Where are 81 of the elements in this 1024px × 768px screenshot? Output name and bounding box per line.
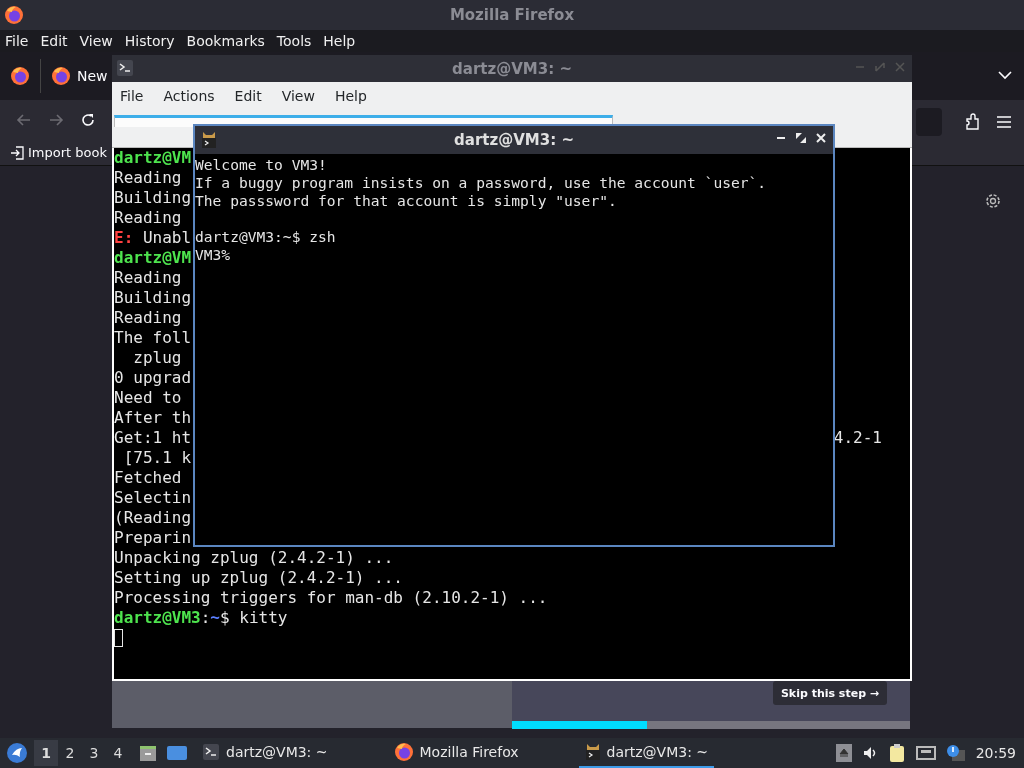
workspace-button[interactable]: 2 — [58, 740, 82, 766]
output-line: E: Unabl — [114, 228, 192, 248]
file-cabinet-icon[interactable] — [138, 743, 158, 763]
output-line: Reading — [114, 308, 182, 328]
output-line: VM3% — [195, 246, 231, 263]
output-line: zplug — [132, 348, 182, 368]
bookmark-item[interactable]: Import book — [10, 145, 107, 160]
taskbar-button[interactable]: dartz@VM3: ~ — [196, 738, 334, 768]
output-line: Selectin — [114, 488, 192, 508]
firefox-icon — [10, 66, 30, 86]
menu-item[interactable]: Help — [319, 33, 360, 49]
menu-item[interactable]: Tools — [272, 33, 316, 49]
menu-item[interactable]: View — [75, 33, 117, 49]
output-line: dartz@VM — [114, 248, 192, 268]
output-line: 0 upgrad — [114, 368, 192, 388]
output-line: If a buggy program insists on a password, use the account `user`. — [195, 174, 767, 191]
output-line: Setting up zplug (2.4.2-1) ... — [114, 568, 403, 588]
menu-item[interactable]: Help — [330, 88, 371, 104]
menu-item[interactable]: Edit — [230, 88, 266, 104]
output-line: dartz@VM3:~$ kitty — [114, 608, 288, 628]
output-line: Welcome to VM3! — [195, 156, 327, 173]
menu-item[interactable]: View — [277, 88, 319, 104]
cat-terminal-icon — [201, 131, 217, 149]
window-title: dartz@VM3: ~ — [454, 131, 574, 149]
firefox-icon — [393, 742, 414, 762]
window-icon[interactable] — [166, 744, 188, 762]
output-line: Preparin — [114, 528, 192, 548]
output-line: The foll — [114, 328, 192, 348]
cat-terminal-icon — [584, 743, 601, 761]
output-line: Building — [114, 188, 192, 208]
menu-item[interactable]: Actions — [159, 88, 219, 104]
output-line: dartz@VM — [114, 148, 192, 168]
output-line: Reading — [114, 168, 182, 188]
output-line: Fetched — [114, 468, 182, 488]
output-line: After th — [114, 408, 192, 428]
firefox-icon — [51, 66, 71, 86]
menu-item[interactable]: File — [116, 88, 148, 104]
taskbar-button[interactable]: Mozilla Firefox — [387, 738, 525, 768]
output-line: Building — [114, 288, 192, 308]
output-line: Get:1 ht — [114, 428, 192, 448]
back-icon[interactable] — [16, 112, 32, 128]
output-line: Reading — [114, 208, 182, 228]
output-line: [75.1 k — [122, 448, 192, 468]
menu-icon[interactable] — [996, 115, 1012, 129]
network-icon[interactable] — [915, 745, 936, 761]
output-line: 4.2-1 — [833, 428, 882, 448]
output-line: Processing triggers for man-db (2.10.2-1) ... — [114, 588, 548, 608]
menu-item[interactable]: Bookmarks — [182, 33, 269, 49]
taskbar-button[interactable]: dartz@VM3: ~ — [578, 738, 715, 768]
reload-icon[interactable] — [80, 112, 96, 128]
speaker-icon[interactable] — [861, 745, 878, 761]
output-line: The passsword for that account is simply "user". — [195, 192, 617, 209]
menu-item[interactable]: History — [120, 33, 179, 49]
clock: 20:59 — [975, 745, 1016, 761]
output-line: Reading — [114, 268, 182, 288]
output-line: Unpacking zplug (2.4.2-1) ... — [114, 548, 394, 568]
skip-button[interactable]: Skip this step → — [773, 681, 887, 705]
menu-item[interactable]: Edit — [36, 33, 72, 49]
start-menu-icon[interactable] — [6, 742, 28, 764]
terminal-icon — [116, 59, 134, 77]
eject-icon[interactable] — [835, 744, 852, 762]
terminal-icon — [202, 743, 220, 761]
window-title: dartz@VM3: ~ — [452, 59, 572, 78]
output-line: dartz@VM3:~$ zsh — [195, 228, 336, 245]
workspace-button[interactable]: 4 — [106, 740, 130, 766]
chevron-down-icon[interactable] — [998, 70, 1012, 80]
workspace-button[interactable]: 1 — [34, 740, 58, 766]
workspace-button[interactable]: 3 — [82, 740, 106, 766]
output-line: (Reading — [114, 508, 192, 528]
window-title: Mozilla Firefox — [449, 6, 575, 24]
clipboard-icon[interactable] — [887, 743, 906, 763]
notification-icon[interactable] — [945, 744, 966, 762]
output-line: Need to — [114, 388, 182, 408]
menu-item[interactable]: File — [1, 33, 33, 49]
forward-icon[interactable] — [48, 112, 64, 128]
browser-tab[interactable]: New — [51, 66, 108, 86]
puzzle-icon[interactable] — [964, 113, 982, 131]
settings-icon[interactable] — [984, 192, 1002, 210]
firefox-icon — [4, 5, 24, 25]
import-icon — [10, 145, 24, 160]
maximize-icon[interactable] — [795, 132, 807, 144]
